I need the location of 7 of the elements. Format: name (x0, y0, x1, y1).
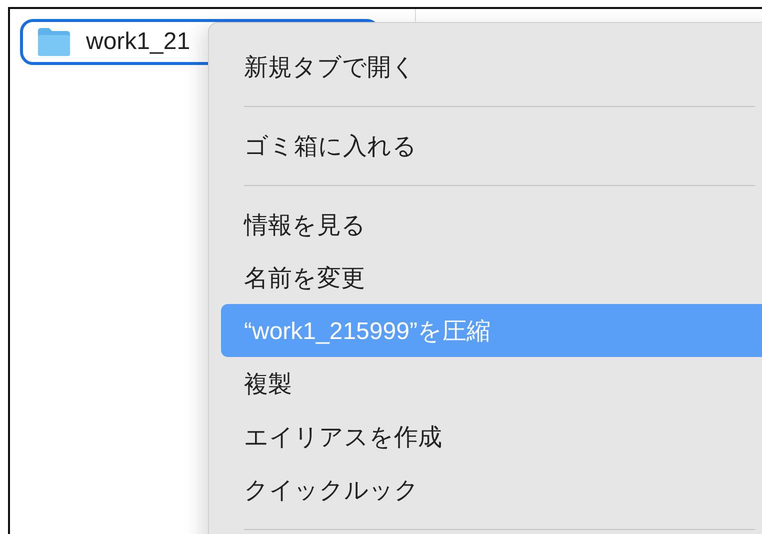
folder-icon (36, 27, 72, 57)
menu-item[interactable]: 複製 (221, 357, 762, 410)
menu-item[interactable]: エイリアスを作成 (221, 410, 762, 463)
menu-item[interactable]: 名前を変更 (221, 251, 762, 304)
menu-item[interactable]: ゴミ箱に入れる (221, 119, 762, 172)
menu-item[interactable]: 情報を見る (221, 198, 762, 251)
menu-item[interactable]: クイックルック (221, 463, 762, 516)
